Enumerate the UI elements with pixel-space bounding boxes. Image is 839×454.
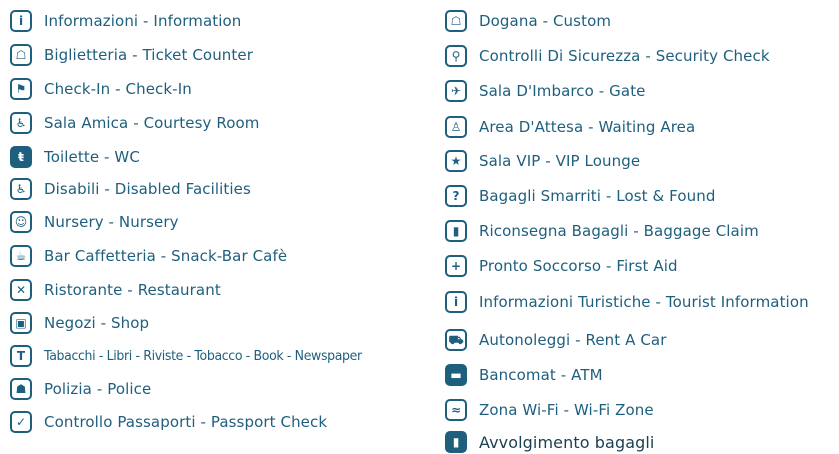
legend-item-label: Tabacchi - Libri - Riviste - Tobacco - B… bbox=[44, 348, 362, 364]
legend-item: ★ Sala VIP - VIP Lounge bbox=[445, 149, 640, 173]
legend-item-label: Riconsegna Bagagli - Baggage Claim bbox=[479, 222, 759, 240]
check-in-icon: ⚑ bbox=[10, 78, 32, 100]
legend-item-label: Ristorante - Restaurant bbox=[44, 281, 221, 299]
legend-item-label: Informazioni Turistiche - Tourist Inform… bbox=[479, 293, 809, 311]
legend-item: ? Bagagli Smarriti - Lost & Found bbox=[445, 184, 716, 208]
vip-lounge-icon: ★ bbox=[445, 150, 467, 172]
legend-item-label: Sala D'Imbarco - Gate bbox=[479, 82, 646, 100]
legend-item: ▮ Riconsegna Bagagli - Baggage Claim bbox=[445, 219, 759, 243]
legend-item: ✕ Ristorante - Restaurant bbox=[10, 278, 221, 302]
legend-item: ≈ Zona Wi-Fi - Wi-Fi Zone bbox=[445, 398, 654, 422]
legend-item: ☕ Bar Caffetteria - Snack-Bar Cafè bbox=[10, 244, 287, 268]
legend-item: ✓ Controllo Passaporti - Passport Check bbox=[10, 410, 327, 434]
disabled-facilities-icon: ♿ bbox=[10, 178, 32, 200]
baggage-claim-icon: ▮ bbox=[445, 220, 467, 242]
lost-found-icon: ? bbox=[445, 185, 467, 207]
legend-item: ☖ Biglietteria - Ticket Counter bbox=[10, 43, 253, 67]
legend-item-label: Autonoleggi - Rent A Car bbox=[479, 331, 667, 349]
info-icon: i bbox=[10, 10, 32, 32]
legend-item-label: Controlli Di Sicurezza - Security Check bbox=[479, 47, 770, 65]
waiting-area-icon: ♙ bbox=[445, 116, 467, 138]
first-aid-icon: + bbox=[445, 255, 467, 277]
legend-item: ♿ Disabili - Disabled Facilities bbox=[10, 177, 251, 201]
police-icon: ☗ bbox=[10, 378, 32, 400]
legend-item: i Informazioni - Information bbox=[10, 9, 241, 33]
legend-item-label: Sala VIP - VIP Lounge bbox=[479, 152, 641, 170]
legend-item-label: Toilette - WC bbox=[44, 148, 140, 166]
legend-item: ♙ Area D'Attesa - Waiting Area bbox=[445, 115, 695, 139]
legend-item: ☖ Dogana - Custom bbox=[445, 9, 611, 33]
legend-item: ŧ Toilette - WC bbox=[10, 145, 140, 169]
tourist-info-icon: i bbox=[445, 291, 467, 313]
courtesy-room-icon: ♿ bbox=[10, 112, 32, 134]
legend-item-label: Nursery - Nursery bbox=[44, 213, 179, 231]
legend-item: ⚑ Check-In - Check-In bbox=[10, 77, 192, 101]
customs-icon: ☖ bbox=[445, 10, 467, 32]
legend-item-label: Area D'Attesa - Waiting Area bbox=[479, 118, 696, 136]
shop-icon: ▣ bbox=[10, 312, 32, 334]
wifi-icon: ≈ bbox=[445, 399, 467, 421]
legend-item: + Pronto Soccorso - First Aid bbox=[445, 254, 678, 278]
legend-item-label: Pronto Soccorso - First Aid bbox=[479, 257, 678, 275]
rent-a-car-icon: ⛟ bbox=[445, 329, 467, 351]
legend-item: ♿ Sala Amica - Courtesy Room bbox=[10, 111, 259, 135]
legend-item-label: Controllo Passaporti - Passport Check bbox=[44, 413, 328, 431]
legend-item: ▣ Negozi - Shop bbox=[10, 311, 149, 335]
legend-item: ☗ Polizia - Police bbox=[10, 377, 151, 401]
passport-check-icon: ✓ bbox=[10, 411, 32, 433]
legend-item: ✈ Sala D'Imbarco - Gate bbox=[445, 79, 646, 103]
legend-item: ☺ Nursery - Nursery bbox=[10, 210, 179, 234]
legend-item-label: Sala Amica - Courtesy Room bbox=[44, 114, 260, 132]
gate-icon: ✈ bbox=[445, 80, 467, 102]
legend-item-label: Biglietteria - Ticket Counter bbox=[44, 46, 253, 64]
legend-item: ▮ Avvolgimento bagagli bbox=[445, 430, 654, 454]
legend-item-label: Avvolgimento bagagli bbox=[479, 432, 655, 452]
cafe-icon: ☕ bbox=[10, 245, 32, 267]
legend-item-label: Check-In - Check-In bbox=[44, 80, 192, 98]
legend-item-label: Bagagli Smarriti - Lost & Found bbox=[479, 187, 716, 205]
legend-item: ⚲ Controlli Di Sicurezza - Security Check bbox=[445, 44, 770, 68]
atm-icon: ▬ bbox=[445, 364, 467, 386]
legend-item-label: Informazioni - Information bbox=[44, 12, 242, 30]
legend-item-label: Disabili - Disabled Facilities bbox=[44, 180, 251, 198]
tobacco-book-icon: T bbox=[10, 345, 32, 367]
baggage-wrapping-icon: ▮ bbox=[445, 431, 467, 453]
toilet-icon: ŧ bbox=[10, 146, 32, 168]
legend-item-label: Polizia - Police bbox=[44, 380, 152, 398]
ticket-counter-icon: ☖ bbox=[10, 44, 32, 66]
legend-item: ⛟ Autonoleggi - Rent A Car bbox=[445, 328, 666, 352]
restaurant-icon: ✕ bbox=[10, 279, 32, 301]
legend-item-label: Negozi - Shop bbox=[44, 314, 150, 332]
nursery-icon: ☺ bbox=[10, 211, 32, 233]
legend-item: ▬ Bancomat - ATM bbox=[445, 363, 603, 387]
legend-item-label: Bancomat - ATM bbox=[479, 366, 603, 384]
security-check-icon: ⚲ bbox=[445, 45, 467, 67]
legend-item-label: Dogana - Custom bbox=[479, 12, 612, 30]
legend-item-label: Bar Caffetteria - Snack-Bar Cafè bbox=[44, 247, 288, 265]
legend-item: i Informazioni Turistiche - Tourist Infor… bbox=[445, 290, 809, 314]
legend-item: T Tabacchi - Libri - Riviste - Tobacco - … bbox=[10, 344, 386, 368]
legend-item-label: Zona Wi-Fi - Wi-Fi Zone bbox=[479, 401, 654, 419]
